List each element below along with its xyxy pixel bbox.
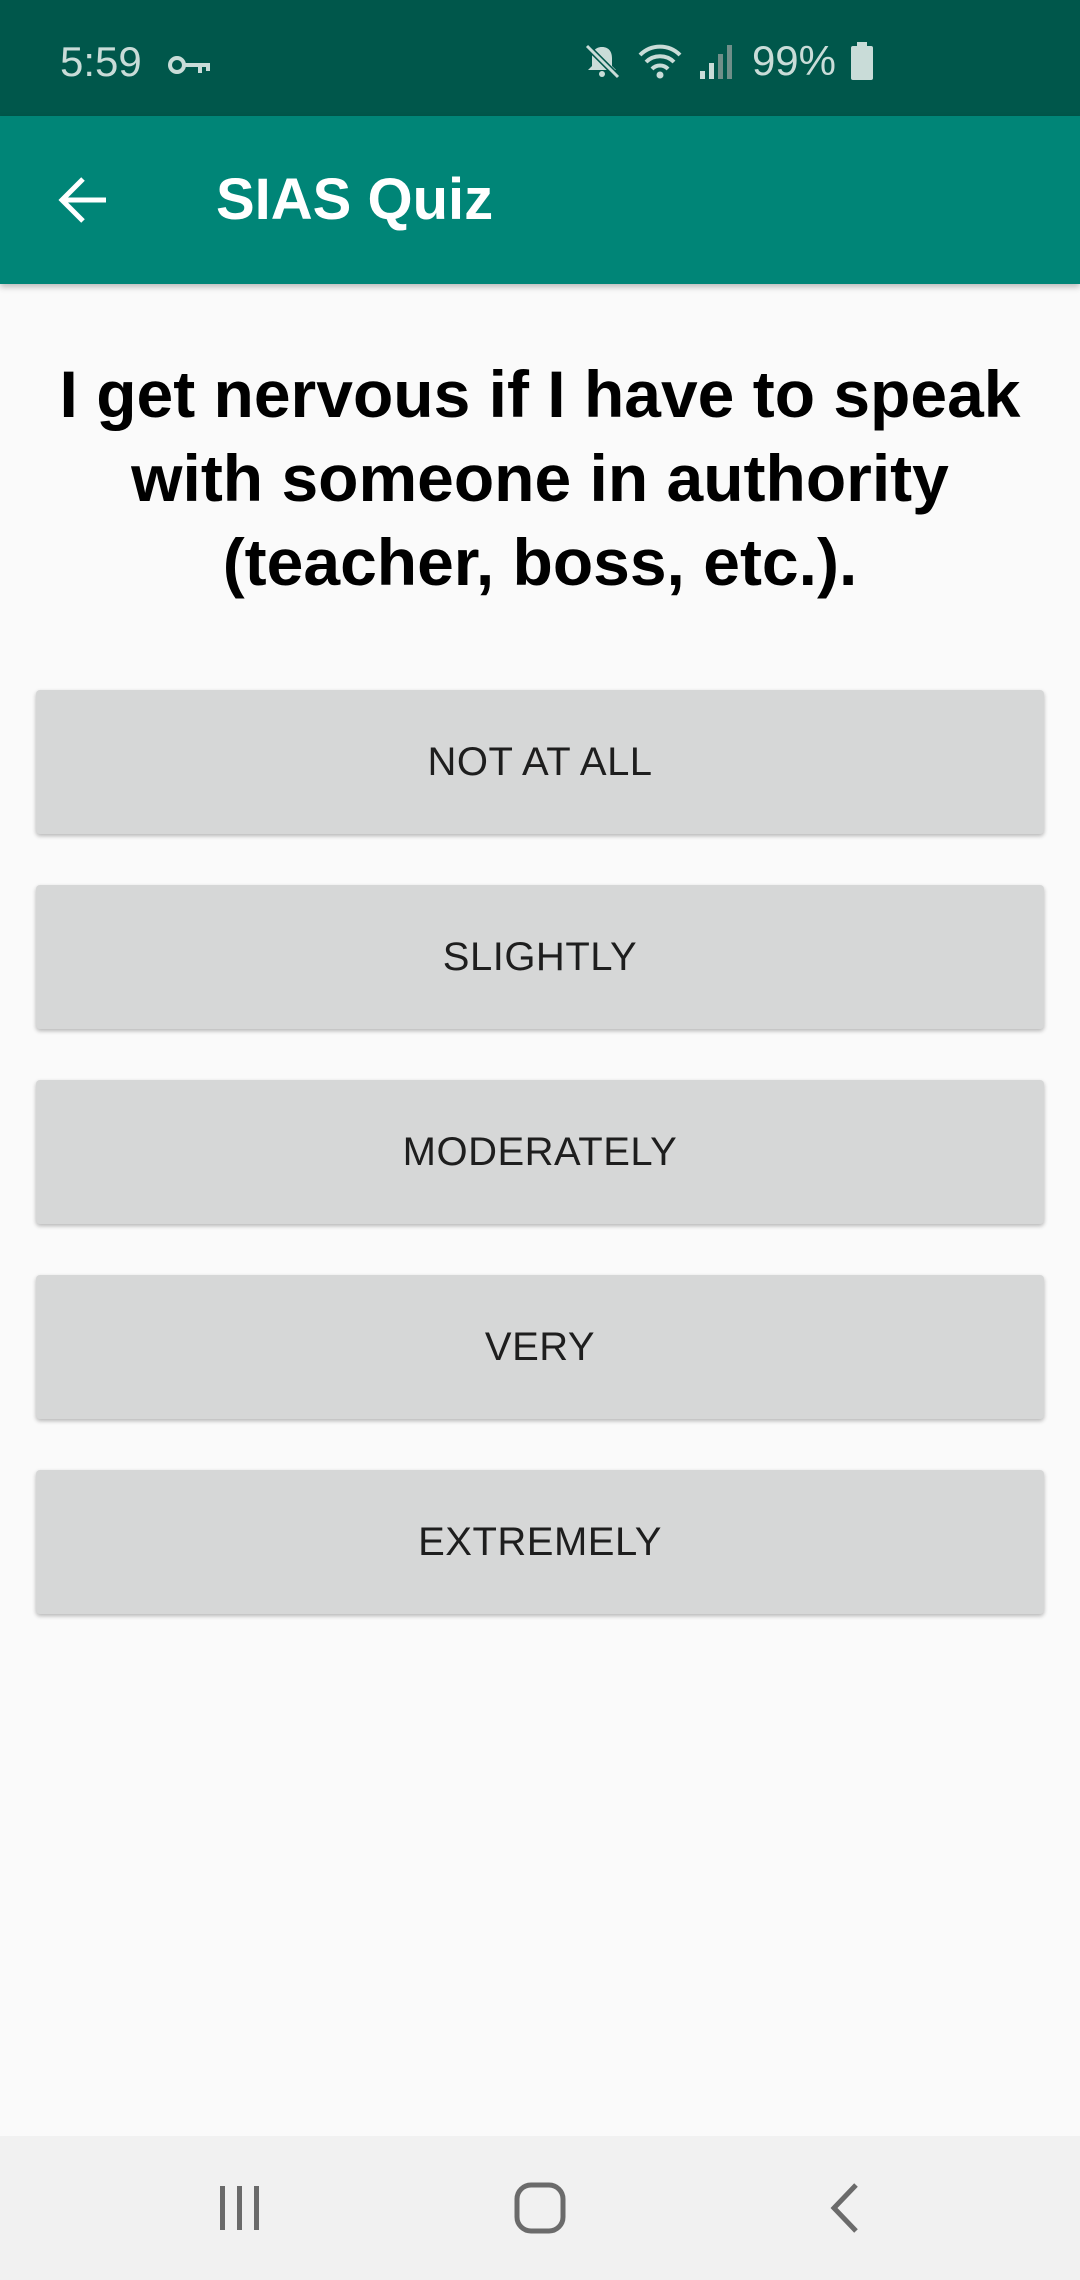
app-bar: SIAS Quiz bbox=[0, 116, 1080, 284]
battery-percentage: 99% bbox=[751, 37, 836, 84]
answer-slightly-button[interactable]: SLIGHTLY bbox=[36, 885, 1044, 1029]
back-nav-button[interactable] bbox=[804, 2172, 884, 2244]
answer-list: NOT AT ALL SLIGHTLY MODERATELY VERY EXTR… bbox=[36, 690, 1044, 1665]
answer-not-at-all-button[interactable]: NOT AT ALL bbox=[36, 690, 1044, 834]
home-icon bbox=[514, 2182, 566, 2234]
recent-apps-icon bbox=[220, 2186, 259, 2230]
app-title: SIAS Quiz bbox=[216, 167, 494, 232]
battery-icon bbox=[851, 42, 873, 80]
system-nav-bar bbox=[0, 2136, 1080, 2280]
answer-moderately-button[interactable]: MODERATELY bbox=[36, 1080, 1044, 1224]
question-text: I get nervous if I have to speak with so… bbox=[59, 357, 1021, 599]
signal-icon bbox=[699, 45, 732, 79]
wifi-icon bbox=[638, 44, 682, 79]
recent-apps-button[interactable] bbox=[200, 2172, 280, 2244]
answer-extremely-button[interactable]: EXTREMELY bbox=[36, 1470, 1044, 1614]
status-icons: 99% bbox=[582, 36, 874, 86]
status-bar: 5:59 99% bbox=[0, 0, 1080, 116]
vpn-key-icon bbox=[168, 56, 210, 74]
mute-icon bbox=[584, 43, 621, 80]
back-nav-icon bbox=[830, 2183, 858, 2233]
arrow-back-icon bbox=[58, 177, 106, 223]
status-time: 5:59 bbox=[60, 38, 142, 85]
home-button[interactable] bbox=[500, 2172, 580, 2244]
back-button[interactable] bbox=[36, 152, 132, 248]
answer-very-button[interactable]: VERY bbox=[36, 1275, 1044, 1419]
